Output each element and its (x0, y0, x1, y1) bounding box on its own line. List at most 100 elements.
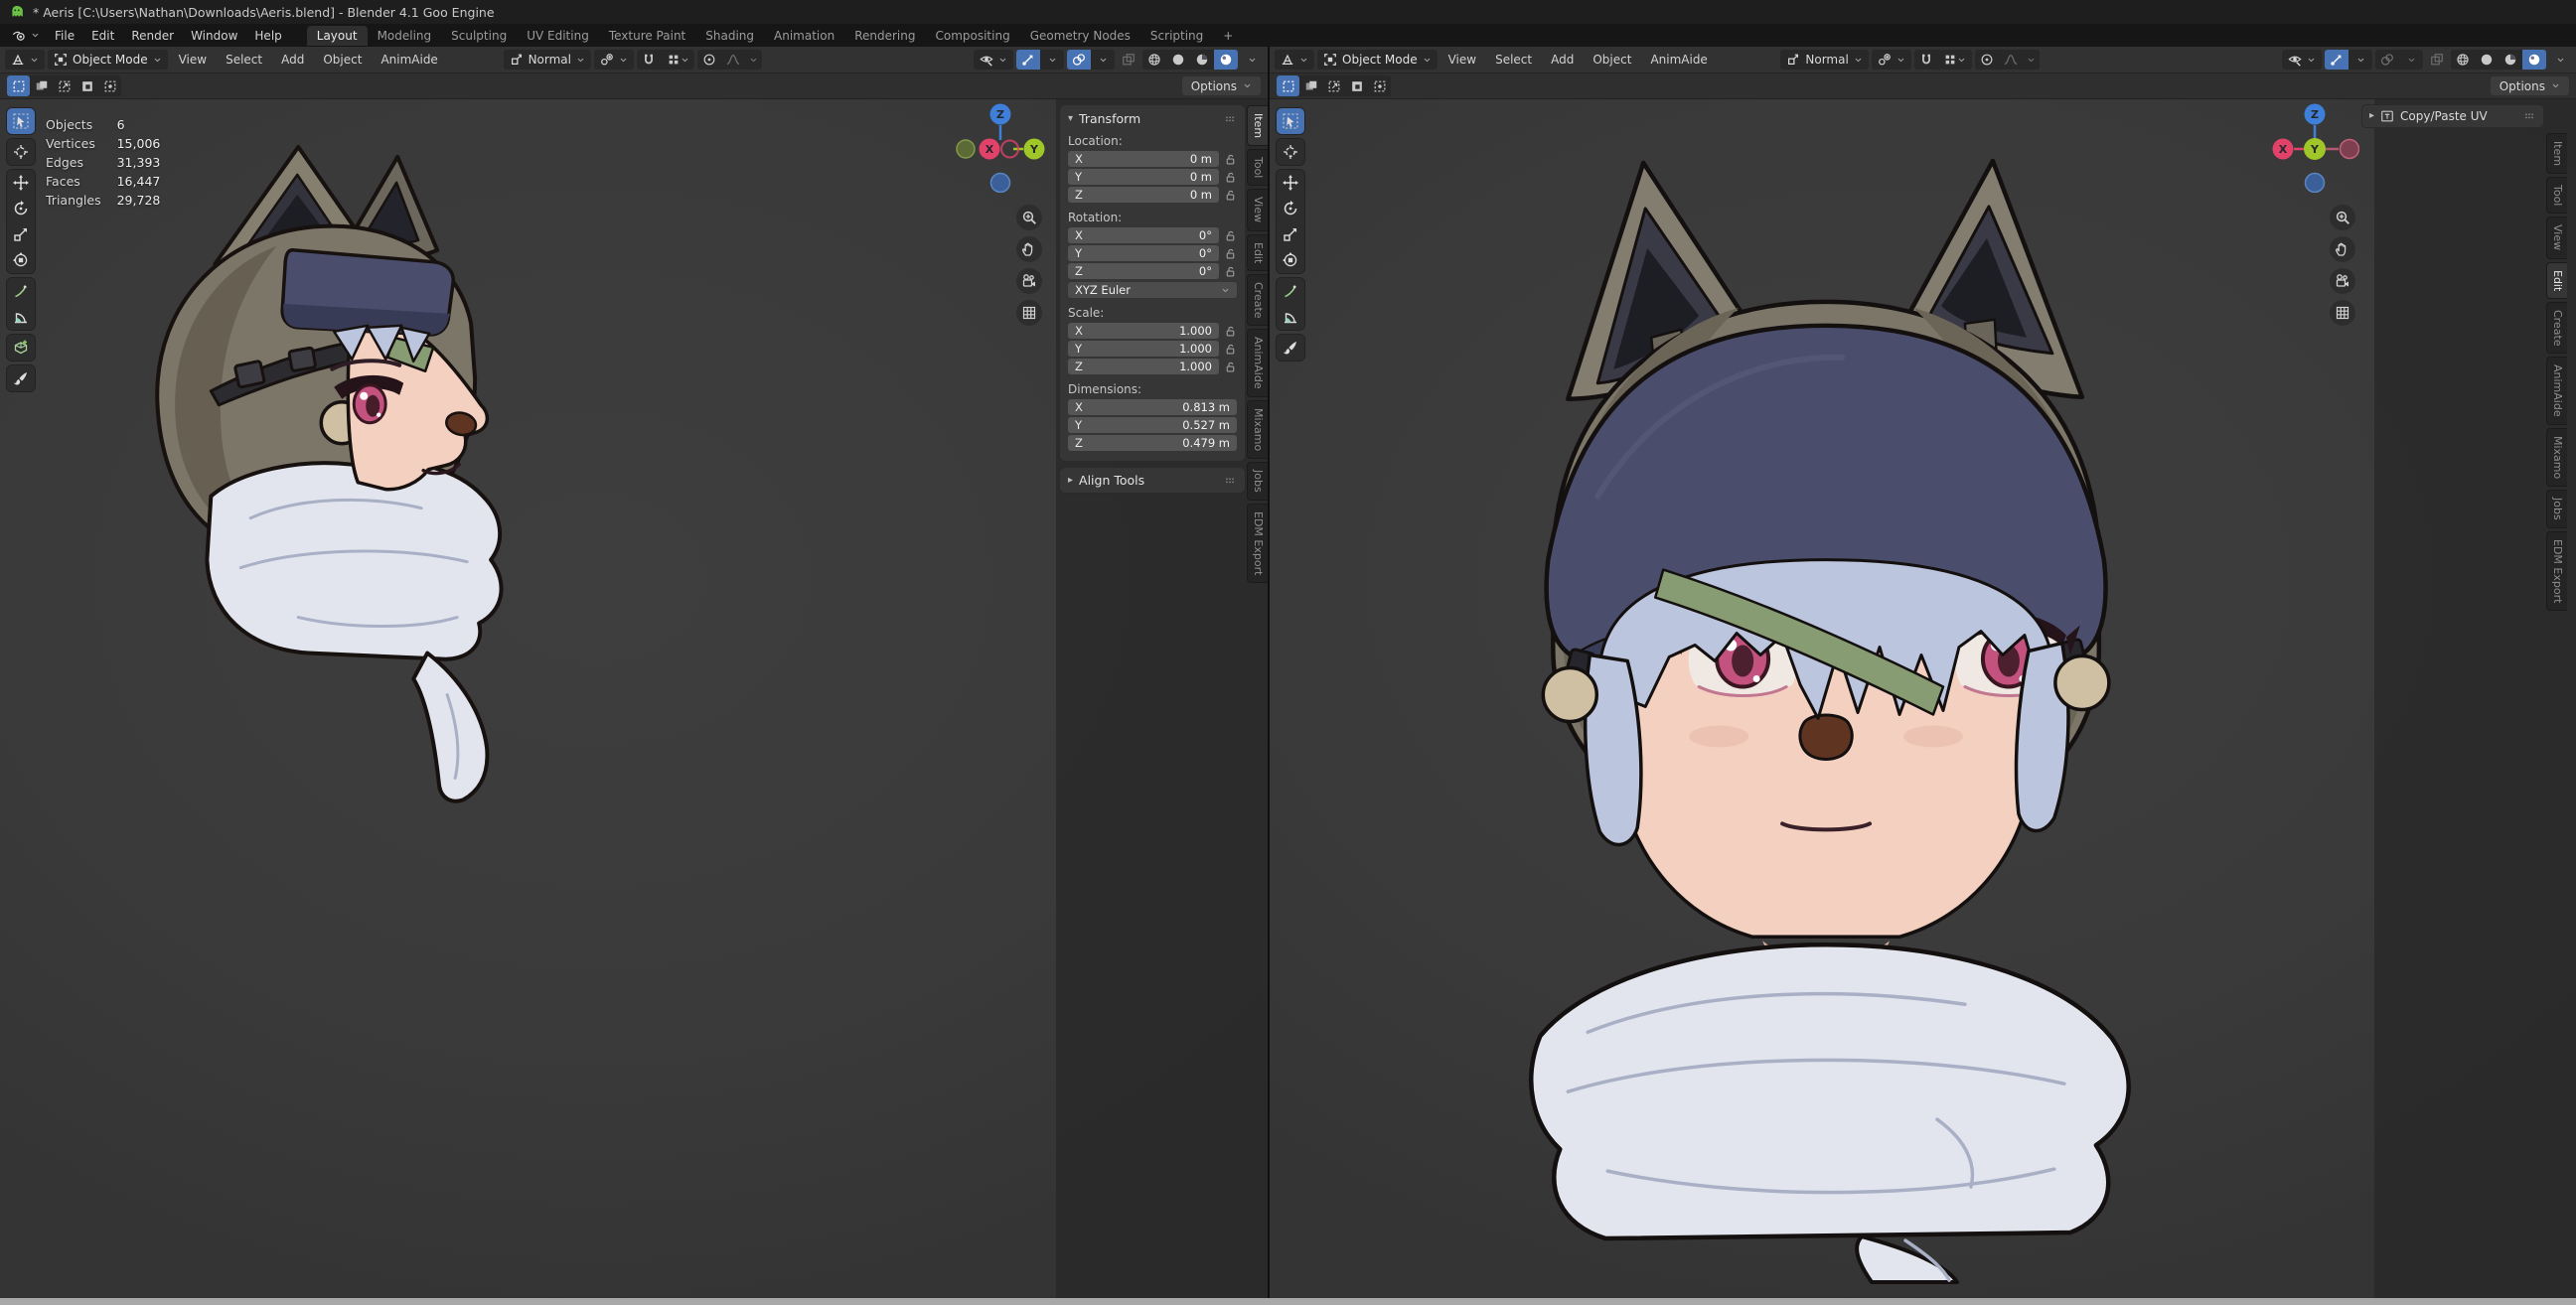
pan-button[interactable] (1016, 236, 1042, 262)
tab-tool[interactable]: Tool (1247, 149, 1268, 186)
tool-measure[interactable] (7, 304, 35, 330)
shading-dropdown[interactable] (2549, 50, 2571, 70)
scale-y-field[interactable]: Y1.000 (1068, 341, 1219, 357)
rotation-mode-dropdown[interactable]: XYZ Euler (1068, 282, 1237, 298)
tool-annotate[interactable] (1277, 278, 1304, 304)
menu-add[interactable]: Add (1543, 51, 1582, 69)
align-tools-header[interactable]: ▸ Align Tools (1068, 473, 1237, 488)
show-gizmo-toggle[interactable] (1016, 50, 1040, 70)
tool-options-button[interactable]: Options (2491, 76, 2569, 95)
gizmo-dropdown[interactable] (2349, 50, 2372, 70)
show-overlays-toggle[interactable] (1067, 50, 1091, 70)
tab-create[interactable]: Create (1247, 274, 1268, 327)
dimensions-x-field[interactable]: X0.813 m (1068, 399, 1237, 415)
tab-create[interactable]: Create (2546, 302, 2567, 355)
lock-icon[interactable] (1224, 171, 1237, 184)
workspace-tab-animation[interactable]: Animation (764, 26, 844, 46)
tab-tool[interactable]: Tool (2546, 177, 2567, 214)
tool-scale[interactable] (1277, 221, 1304, 247)
workspace-tab-scripting[interactable]: Scripting (1140, 26, 1213, 46)
visibility-dropdown[interactable] (974, 50, 1013, 70)
proportional-edit-toggle[interactable] (1975, 50, 1999, 70)
tab-animaide[interactable]: AnimAide (2546, 357, 2567, 425)
camera-view-button[interactable] (1016, 268, 1042, 294)
shading-material-button[interactable] (1190, 50, 1214, 70)
shading-solid-button[interactable] (2475, 50, 2499, 70)
tool-transform[interactable] (1277, 247, 1304, 273)
lock-icon[interactable] (1224, 229, 1237, 242)
lock-icon[interactable] (1224, 325, 1237, 338)
snap-toggle[interactable] (637, 50, 661, 70)
tab-item[interactable]: Item (1247, 105, 1268, 146)
tool-select-box[interactable] (1277, 108, 1304, 134)
rotation-y-field[interactable]: Y0° (1068, 245, 1219, 261)
tool-brush[interactable] (1277, 335, 1304, 361)
tool-move[interactable] (1277, 170, 1304, 196)
location-y-field[interactable]: Y0 m (1068, 169, 1219, 185)
workspace-tab-geometry-nodes[interactable]: Geometry Nodes (1020, 26, 1140, 46)
lock-icon[interactable] (1224, 361, 1237, 373)
dimensions-y-field[interactable]: Y0.527 m (1068, 417, 1237, 433)
xray-toggle[interactable] (1118, 50, 1139, 70)
tool-brush[interactable] (7, 365, 35, 391)
menu-render[interactable]: Render (123, 27, 182, 45)
snap-to-dropdown[interactable] (661, 50, 694, 70)
editor-type-button[interactable] (1275, 50, 1314, 70)
transform-orientation-dropdown[interactable]: Normal (1780, 50, 1868, 70)
axis-neg-y-ball[interactable] (957, 140, 975, 158)
snap-to-dropdown[interactable] (1938, 50, 1972, 70)
show-overlays-toggle[interactable] (2375, 50, 2399, 70)
axis-neg-z-ball[interactable] (991, 174, 1010, 193)
shading-wireframe-button[interactable] (2451, 50, 2475, 70)
select-mode-subtract[interactable] (53, 75, 76, 96)
dimensions-z-field[interactable]: Z0.479 m (1068, 435, 1237, 451)
lock-icon[interactable] (1224, 247, 1237, 260)
proportional-falloff-dropdown[interactable] (1999, 50, 2023, 70)
navigation-gizmo[interactable]: Z X Y (956, 103, 1045, 193)
select-mode-set[interactable] (7, 75, 30, 96)
workspace-tab-shading[interactable]: Shading (695, 26, 764, 46)
snap-toggle[interactable] (1914, 50, 1938, 70)
overlays-dropdown[interactable] (2399, 50, 2423, 70)
transform-panel-header[interactable]: ▾ Transform (1068, 111, 1237, 126)
lock-icon[interactable] (1224, 153, 1237, 166)
workspace-tab-texture-paint[interactable]: Texture Paint (599, 26, 695, 46)
menu-add[interactable]: Add (273, 51, 312, 69)
tab-item[interactable]: Item (2546, 133, 2567, 174)
menu-object[interactable]: Object (315, 51, 370, 69)
tab-view[interactable]: View (1247, 189, 1268, 230)
menu-help[interactable]: Help (246, 27, 289, 45)
workspace-tab-modeling[interactable]: Modeling (368, 26, 442, 46)
location-x-field[interactable]: X0 m (1068, 151, 1219, 167)
viewport-left-canvas[interactable]: Objects6 Vertices15,006 Edges31,393 Face… (0, 99, 1268, 1298)
add-workspace-button[interactable]: + (1213, 26, 1243, 46)
tool-move[interactable] (7, 170, 35, 196)
visibility-dropdown[interactable] (2282, 50, 2322, 70)
workspace-tab-uv-editing[interactable]: UV Editing (517, 26, 599, 46)
blender-menu-button[interactable] (6, 26, 46, 46)
zoom-button[interactable] (2330, 205, 2355, 230)
menu-view[interactable]: View (1440, 51, 1484, 69)
tab-view[interactable]: View (2546, 217, 2567, 258)
select-mode-invert[interactable] (76, 75, 98, 96)
pan-button[interactable] (2330, 236, 2355, 262)
gizmo-dropdown[interactable] (1040, 50, 1064, 70)
shading-rendered-button[interactable] (2522, 50, 2546, 70)
drag-handle-icon[interactable] (2522, 109, 2536, 123)
select-mode-invert[interactable] (1345, 75, 1368, 96)
workspace-tab-sculpting[interactable]: Sculpting (441, 26, 517, 46)
workspace-tab-rendering[interactable]: Rendering (844, 26, 925, 46)
tool-measure[interactable] (1277, 304, 1304, 330)
viewport-right-canvas[interactable]: Z X Y ▸ Copy/Paste UV (1270, 99, 2576, 1298)
menu-object[interactable]: Object (1585, 51, 1639, 69)
zoom-button[interactable] (1016, 205, 1042, 230)
pivot-point-dropdown[interactable] (594, 50, 634, 70)
scale-x-field[interactable]: X1.000 (1068, 323, 1219, 339)
shading-wireframe-button[interactable] (1142, 50, 1166, 70)
tab-jobs[interactable]: Jobs (1247, 462, 1268, 501)
rotation-x-field[interactable]: X0° (1068, 227, 1219, 243)
tool-cursor[interactable] (1277, 139, 1304, 165)
proportional-edit-toggle[interactable] (697, 50, 721, 70)
select-mode-set[interactable] (1277, 75, 1299, 96)
proportional-falloff-dropdown[interactable] (721, 50, 745, 70)
